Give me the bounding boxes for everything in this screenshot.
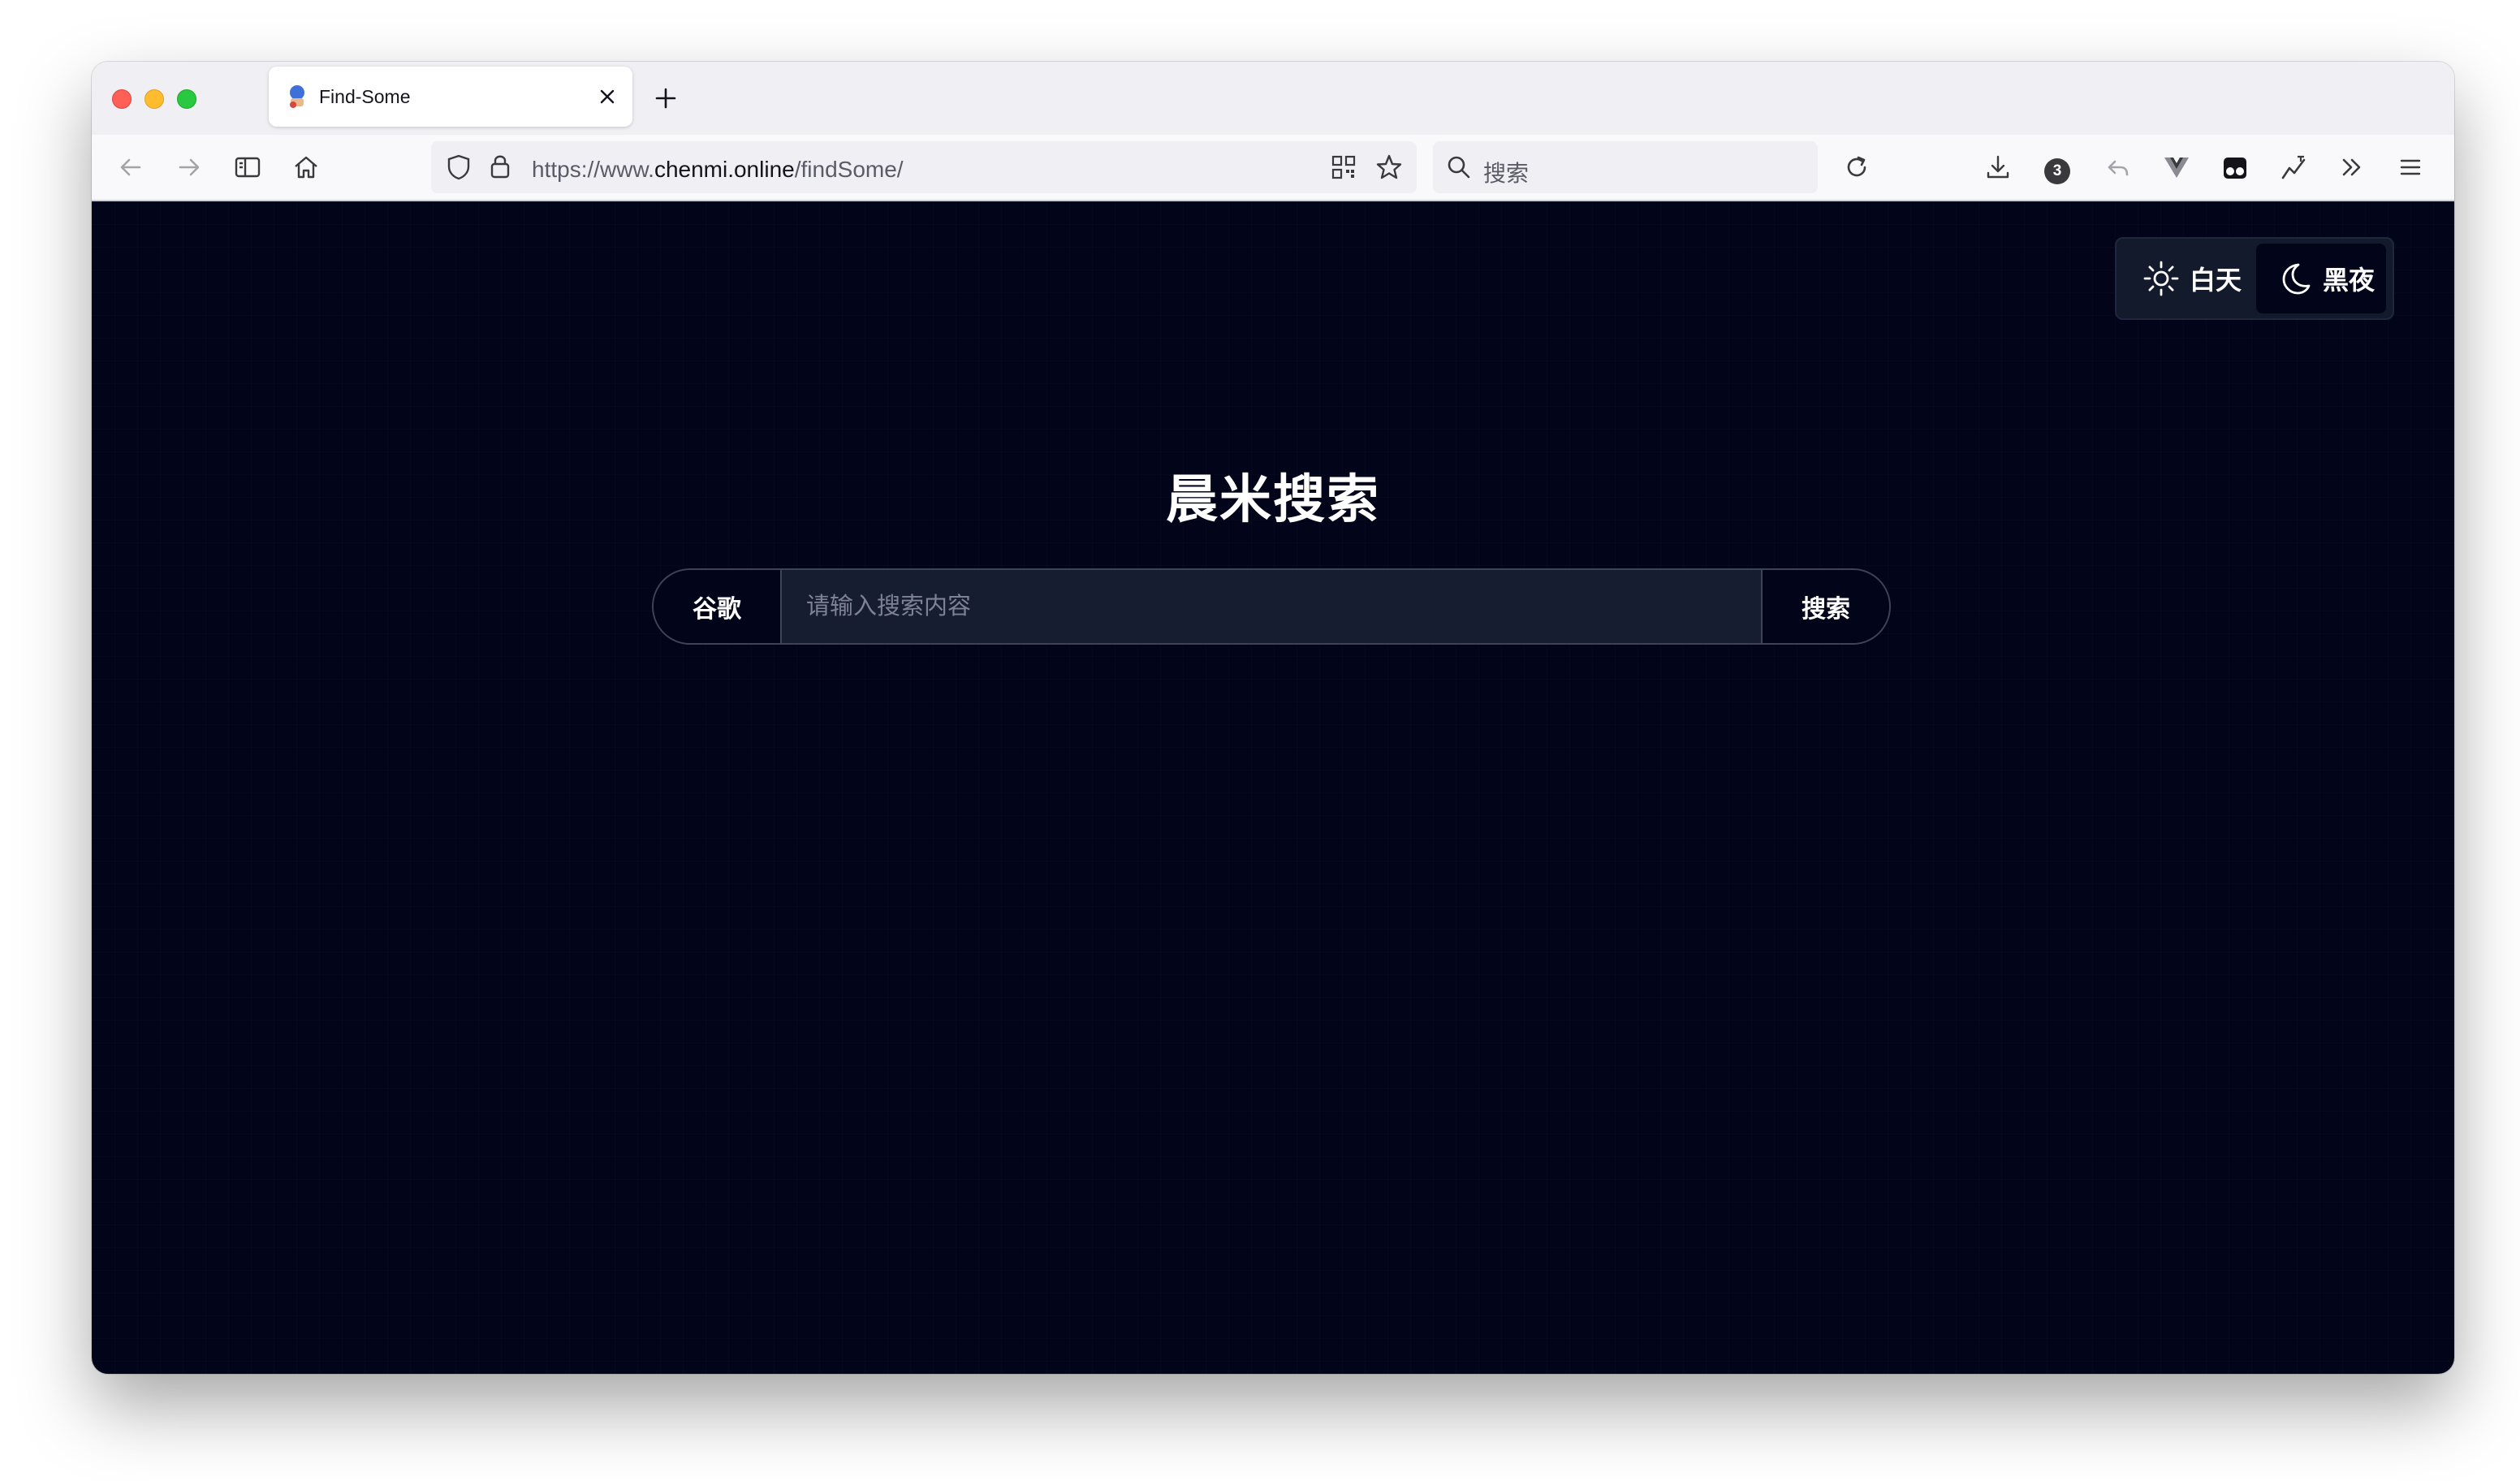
tab-strip: Find-Some: [92, 62, 2454, 135]
url-text[interactable]: https://www.chenmi.online/findSome/: [532, 157, 904, 183]
night-theme-label: 黑夜: [2323, 266, 2375, 295]
browser-search-bar[interactable]: 搜索: [1433, 141, 1818, 193]
window-maximize-button[interactable]: [177, 89, 196, 109]
new-tab-icon[interactable]: [654, 86, 678, 110]
url-host: chenmi.online: [654, 157, 795, 182]
sidebar-button[interactable]: [231, 151, 264, 184]
download-icon: [1987, 155, 2009, 179]
search-form: 谷歌 搜索: [652, 568, 1891, 645]
window-close-button[interactable]: [112, 89, 132, 109]
arrow-left-icon: [120, 158, 141, 176]
extension-counter-badge[interactable]: 3: [2044, 158, 2070, 184]
vue-devtools-button[interactable]: [2160, 151, 2193, 184]
hamburger-menu-icon: [2400, 159, 2421, 175]
undo-arrow-icon: [2108, 160, 2129, 176]
incognito-extension-button[interactable]: [2219, 151, 2251, 184]
window-minimize-button[interactable]: [145, 89, 164, 109]
app-menu-button[interactable]: [2394, 151, 2427, 184]
home-icon: [295, 156, 317, 179]
night-theme-button[interactable]: 黑夜: [2256, 244, 2386, 313]
url-prefix: https://www.: [532, 157, 654, 182]
day-theme-button[interactable]: 白天: [2121, 244, 2255, 313]
page-content: 白天 黑夜 晨米搜索 谷歌 搜索: [92, 201, 2454, 1374]
search-submit-button[interactable]: 搜索: [1761, 570, 1889, 643]
theme-toggle: 白天 黑夜: [2115, 237, 2394, 320]
forward-button[interactable]: [173, 151, 205, 184]
lock-icon[interactable]: [490, 153, 511, 180]
arrow-right-icon: [179, 158, 200, 176]
moon-icon: [2282, 263, 2311, 295]
tab-title: Find-Some: [319, 86, 411, 107]
tab-find-some[interactable]: Find-Some: [269, 67, 632, 127]
browser-window: Find-Some https://www.chenmi.online/find…: [92, 62, 2454, 1374]
day-theme-label: 白天: [2190, 266, 2242, 295]
shield-icon[interactable]: [446, 153, 472, 181]
navigation-toolbar: https://www.chenmi.online/findSome/ 搜索 3: [92, 135, 2454, 201]
page-title: 晨米搜索: [1166, 470, 1380, 529]
vue-logo-icon: [2164, 158, 2189, 178]
address-bar[interactable]: https://www.chenmi.online/findSome/: [431, 141, 1417, 193]
search-engine-selector[interactable]: 谷歌: [654, 570, 782, 643]
home-button[interactable]: [290, 151, 322, 184]
sun-icon: [2143, 261, 2179, 296]
reload-icon: [1847, 156, 1866, 177]
translate-icon: [2281, 155, 2306, 179]
incognito-icon: [2224, 158, 2246, 179]
reload-button[interactable]: [1840, 151, 1873, 184]
more-tools-button[interactable]: [2336, 151, 2368, 184]
search-input[interactable]: [782, 570, 1761, 643]
sidebar-icon: [235, 157, 261, 178]
undo-extension-button[interactable]: [2102, 151, 2134, 184]
back-button[interactable]: [114, 151, 147, 184]
site-favicon-icon: [290, 85, 304, 108]
browser-search-placeholder: 搜索: [1483, 161, 1530, 186]
translate-extension-button[interactable]: [2277, 151, 2310, 184]
url-path: /findSome/: [794, 157, 904, 182]
close-tab-icon[interactable]: [597, 86, 618, 107]
qr-code-icon[interactable]: [1331, 154, 1357, 180]
bookmark-star-icon[interactable]: [1374, 153, 1404, 182]
double-chevron-right-icon: [2342, 158, 2361, 176]
downloads-button[interactable]: [1982, 151, 2014, 184]
search-icon: [1448, 156, 1470, 179]
